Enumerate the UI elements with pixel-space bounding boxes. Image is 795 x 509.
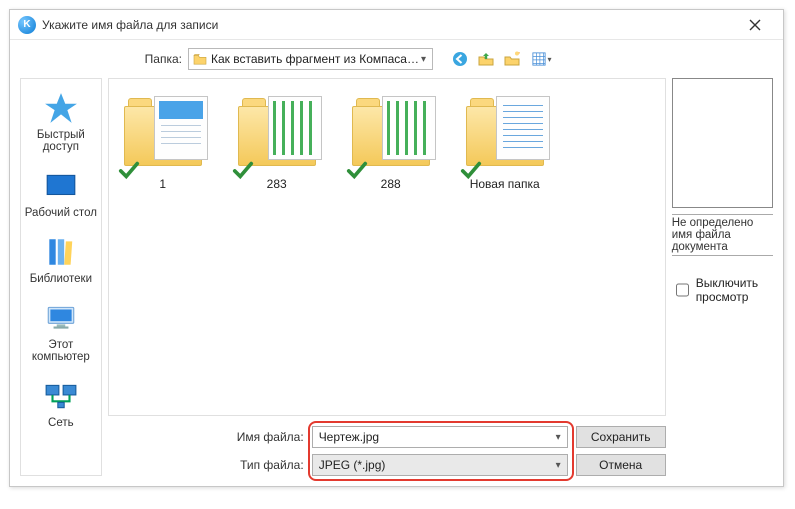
cancel-button[interactable]: Отмена <box>576 454 666 476</box>
folder-up-icon <box>478 51 494 67</box>
folder-selector[interactable]: Как вставить фрагмент из Компаса в Вор ▾ <box>188 48 433 70</box>
window-title: Укажите имя файла для записи <box>42 18 735 32</box>
back-button[interactable] <box>449 48 471 70</box>
back-arrow-icon <box>452 51 468 67</box>
folder-item-label: 283 <box>267 177 287 191</box>
disable-preview-checkbox[interactable]: Выключить просмотр <box>672 276 773 304</box>
main-content-row: Быстрый доступ Рабочий стол Библиотеки Э… <box>20 78 773 476</box>
libraries-icon <box>44 235 78 269</box>
places-bar: Быстрый доступ Рабочий стол Библиотеки Э… <box>20 78 102 476</box>
place-libraries[interactable]: Библиотеки <box>21 233 101 287</box>
folder-thumbnail <box>462 95 548 177</box>
place-desktop[interactable]: Рабочий стол <box>21 167 101 221</box>
chevron-down-icon: ▾ <box>419 54 428 65</box>
folder-item[interactable]: 288 <box>347 95 435 191</box>
app-icon: K <box>18 16 36 34</box>
bottom-controls: Имя файла: Чертеж.jpg ▾ Сохранить Тип фа… <box>234 426 666 476</box>
folder-item[interactable]: Новая папка <box>461 95 549 191</box>
folder-toolbar: Папка: Как вставить фрагмент из Компаса … <box>142 48 773 70</box>
checkmark-icon <box>232 159 254 181</box>
titlebar: K Укажите имя файла для записи <box>10 10 783 40</box>
folder-thumbnail <box>348 95 434 177</box>
place-label: Рабочий стол <box>25 207 97 219</box>
close-icon <box>749 19 761 31</box>
toolbar-buttons: ▾ <box>449 48 557 70</box>
checkbox-input[interactable] <box>676 283 689 297</box>
place-label: Библиотеки <box>30 273 92 285</box>
folder-thumbnail <box>234 95 320 177</box>
close-button[interactable] <box>735 11 775 39</box>
filetype-value: JPEG (*.jpg) <box>319 458 556 472</box>
place-quick-access[interactable]: Быстрый доступ <box>21 89 101 155</box>
folder-thumbnail <box>120 95 206 177</box>
filetype-label: Тип файла: <box>234 458 304 472</box>
save-file-dialog: K Укажите имя файла для записи Папка: Ка… <box>9 9 784 487</box>
network-icon <box>44 379 78 413</box>
place-label: Быстрый доступ <box>21 129 101 153</box>
place-network[interactable]: Сеть <box>21 377 101 431</box>
center-column: 1 283 288 Новая папка Имя файла: Чертеж.jpg… <box>108 78 666 476</box>
folder-item-label: 1 <box>159 177 166 191</box>
save-button[interactable]: Сохранить <box>576 426 666 448</box>
filename-label: Имя файла: <box>234 430 304 444</box>
checkbox-label: Выключить просмотр <box>696 276 773 304</box>
folder-selector-text: Как вставить фрагмент из Компаса в Вор <box>211 52 419 66</box>
checkmark-icon <box>460 159 482 181</box>
folder-label: Папка: <box>142 52 182 66</box>
checkmark-icon <box>346 159 368 181</box>
preview-box <box>672 78 773 208</box>
filetype-select[interactable]: JPEG (*.jpg) ▾ <box>312 454 568 476</box>
chevron-down-icon: ▾ <box>556 460 561 471</box>
place-computer[interactable]: Этот компьютер <box>21 299 101 365</box>
place-label: Сеть <box>48 417 74 429</box>
new-folder-button[interactable] <box>501 48 523 70</box>
checkmark-icon <box>118 159 140 181</box>
new-folder-icon <box>504 51 520 67</box>
folder-icon <box>193 53 207 65</box>
chevron-down-icon: ▾ <box>547 55 551 64</box>
preview-status: Не определено имя файла документа <box>672 214 773 256</box>
desktop-icon <box>44 169 78 203</box>
computer-icon <box>44 301 78 335</box>
preview-column: Не определено имя файла документа Выключ… <box>672 78 773 476</box>
folder-item[interactable]: 283 <box>233 95 321 191</box>
folder-item[interactable]: 1 <box>119 95 207 191</box>
chevron-down-icon: ▾ <box>556 432 561 443</box>
up-folder-button[interactable] <box>475 48 497 70</box>
place-label: Этот компьютер <box>21 339 101 363</box>
dialog-body: Папка: Как вставить фрагмент из Компаса … <box>10 40 783 486</box>
filename-input[interactable]: Чертеж.jpg ▾ <box>312 426 568 448</box>
quick-access-icon <box>44 91 78 125</box>
filename-value: Чертеж.jpg <box>319 430 556 444</box>
view-grid-icon <box>532 52 546 66</box>
file-list[interactable]: 1 283 288 Новая папка <box>108 78 666 416</box>
folder-item-label: 288 <box>381 177 401 191</box>
view-menu-button[interactable]: ▾ <box>527 48 557 70</box>
